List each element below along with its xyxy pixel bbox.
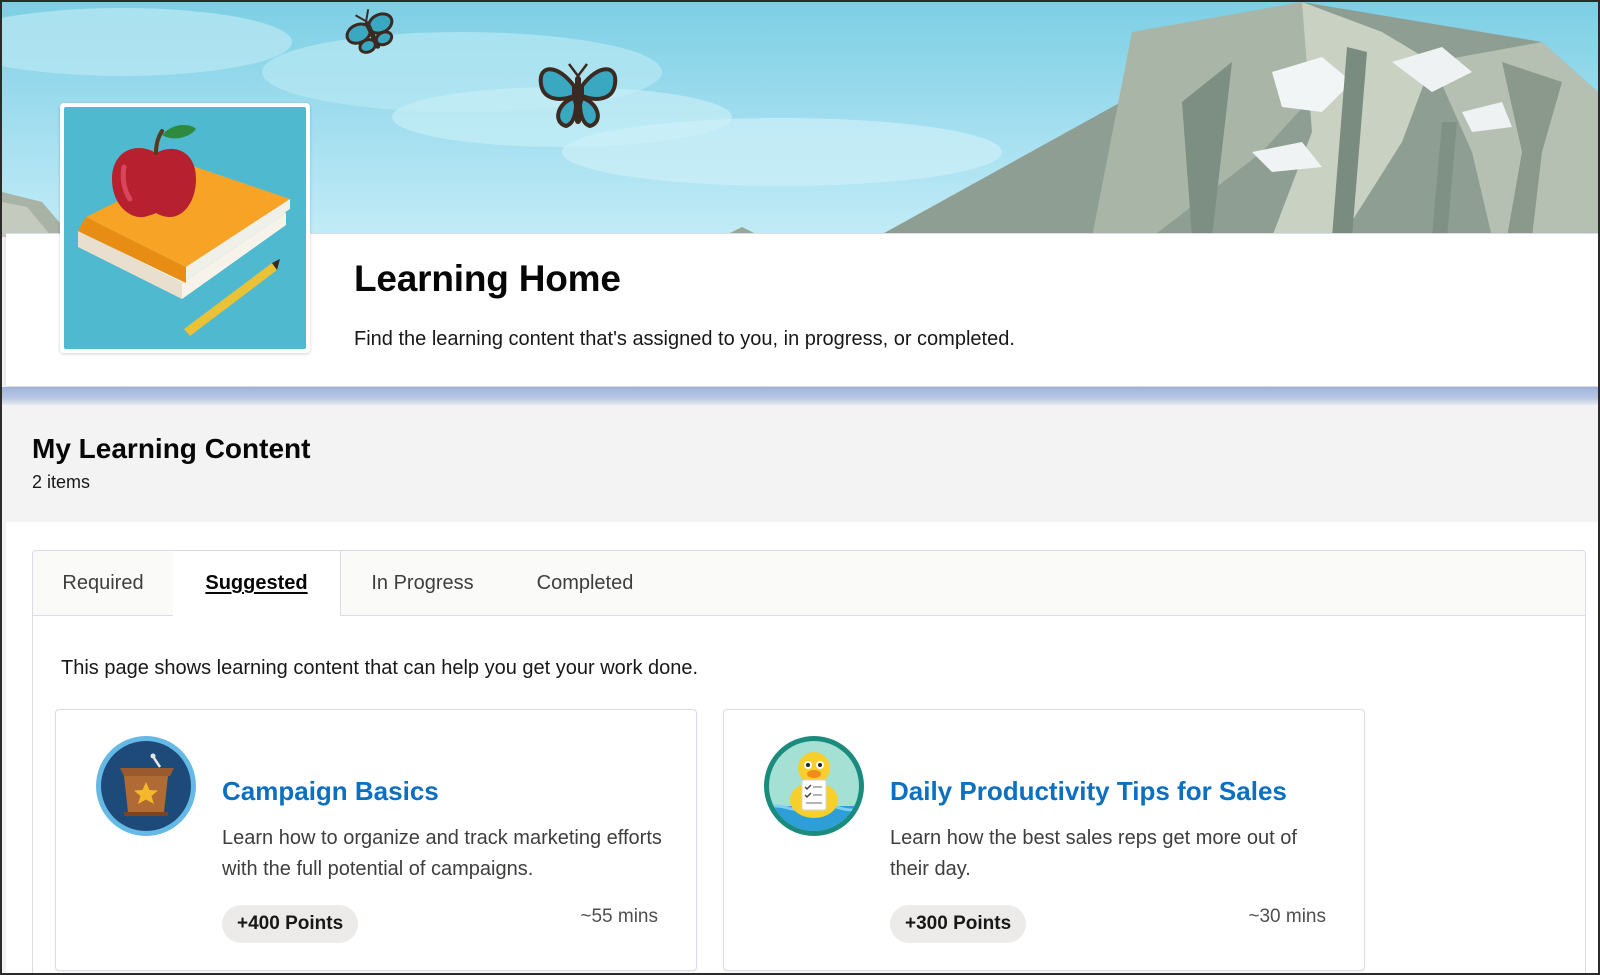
card-description: Learn how to organize and track marketin… [222, 827, 662, 880]
tab-description: This page shows learning content that ca… [61, 657, 699, 679]
card-title-link[interactable]: Campaign Basics [222, 776, 439, 807]
tabset: Required Suggested In Progress Completed… [32, 550, 1586, 973]
card-title-link[interactable]: Daily Productivity Tips for Sales [890, 776, 1287, 807]
app-frame: Learning Home Find the learning content … [0, 0, 1600, 975]
header-divider [2, 387, 1598, 405]
points-badge: +400 Points [222, 905, 359, 943]
duration-label: ~55 mins [580, 906, 658, 927]
points-badge: +300 Points [890, 905, 1027, 943]
duck-checklist-icon [764, 736, 864, 836]
book-apple-icon [78, 125, 290, 336]
learning-card[interactable]: Daily Productivity Tips for Sales Learn … [723, 709, 1365, 971]
tab-suggested[interactable]: Suggested [173, 551, 341, 616]
tab-in-progress[interactable]: In Progress [340, 551, 505, 615]
podium-star-icon [96, 736, 196, 836]
section-title: My Learning Content [32, 433, 311, 464]
tab-label: Completed [536, 572, 634, 594]
learning-card[interactable]: Campaign Basics Learn how to organize an… [55, 709, 697, 971]
page-hero-image [60, 103, 310, 353]
tab-label: Suggested [205, 572, 308, 594]
tab-bar: Required Suggested In Progress Completed [33, 551, 1585, 616]
item-count: 2 items [32, 472, 91, 492]
tab-label: Required [62, 572, 144, 594]
card-description: Learn how the best sales reps get more o… [890, 827, 1297, 880]
duration-label: ~30 mins [1248, 906, 1326, 927]
page-title: Learning Home [354, 258, 621, 299]
tab-required[interactable]: Required [33, 551, 174, 615]
tab-completed[interactable]: Completed [505, 551, 665, 615]
page-subtitle: Find the learning content that's assigne… [354, 328, 1015, 350]
tab-label: In Progress [371, 572, 474, 594]
